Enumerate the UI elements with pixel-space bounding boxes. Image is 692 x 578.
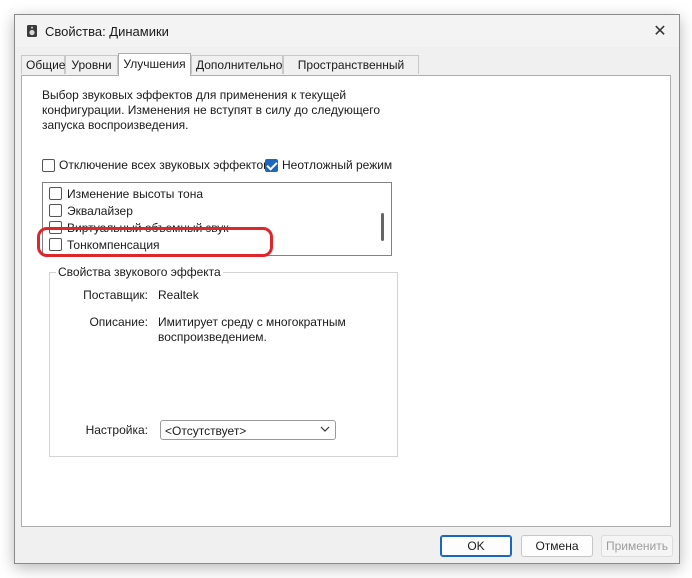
checkbox-box[interactable]	[42, 158, 55, 172]
dialog-window: Свойства: Динамики ✕ Общие Уровни Улучше…	[14, 14, 680, 564]
scrollbar-thumb[interactable]	[381, 213, 384, 241]
disable-all-effects-label: Отключение всех звуковых эффектов	[59, 158, 270, 172]
provider-value: Realtek	[158, 288, 199, 302]
setting-dropdown[interactable]: <Отсутствует>	[160, 420, 336, 440]
ok-button[interactable]: OK	[440, 535, 512, 557]
checkbox-box[interactable]	[49, 187, 62, 200]
tab-bar: Общие Уровни Улучшения Дополнительно Про…	[21, 53, 671, 91]
description-value-line: Имитирует среду с многократным	[158, 315, 346, 329]
setting-dropdown-value: <Отсутствует>	[165, 424, 247, 438]
apply-button[interactable]: Применить	[601, 535, 673, 557]
close-button[interactable]: ✕	[641, 15, 679, 47]
tab-enhancements[interactable]: Улучшения	[118, 53, 191, 76]
cancel-button[interactable]: Отмена	[521, 535, 593, 557]
immediate-mode-checkbox[interactable]: Неотложный режим	[265, 158, 392, 172]
effect-label: Изменение высоты тона	[67, 186, 204, 201]
enhancements-description: Выбор звуковых эффектов для применения к…	[42, 88, 381, 133]
description-line: запуска воспроизведения.	[42, 118, 189, 132]
effect-label: Эквалайзер	[67, 203, 133, 218]
chevron-down-icon	[320, 426, 330, 432]
close-icon: ✕	[653, 23, 667, 40]
tab-spatial-sound[interactable]: Пространственный звук	[283, 55, 419, 91]
description-value-line: воспроизведением.	[158, 330, 267, 344]
tab-levels[interactable]: Уровни	[65, 55, 118, 74]
effect-properties-group: Свойства звукового эффекта Поставщик: Re…	[49, 265, 398, 457]
effect-item-equalizer[interactable]: Эквалайзер	[49, 202, 133, 219]
disable-all-effects-checkbox[interactable]: Отключение всех звуковых эффектов	[42, 158, 270, 172]
group-title: Свойства звукового эффекта	[56, 265, 223, 279]
immediate-mode-label: Неотложный режим	[282, 158, 393, 172]
speaker-app-icon	[27, 25, 37, 37]
window-title: Свойства: Динамики	[45, 24, 169, 39]
enhancements-panel: Выбор звуковых эффектов для применения к…	[21, 75, 671, 527]
highlight-annotation	[37, 227, 273, 257]
checkbox-checked-box[interactable]	[265, 158, 278, 172]
listbox-scrollbar[interactable]	[375, 183, 391, 255]
title-bar: Свойства: Динамики ✕	[15, 15, 679, 47]
effect-item-pitch[interactable]: Изменение высоты тона	[49, 185, 203, 202]
provider-label: Поставщик:	[83, 288, 148, 302]
description-line: Выбор звуковых эффектов для применения к…	[42, 88, 347, 102]
description-label: Описание:	[89, 315, 148, 329]
setting-label: Настройка:	[85, 423, 148, 437]
description-value: Имитирует среду с многократным воспроизв…	[158, 315, 346, 345]
checkbox-box[interactable]	[49, 204, 62, 217]
tab-advanced[interactable]: Дополнительно	[191, 55, 283, 74]
tab-general[interactable]: Общие	[21, 55, 65, 74]
description-line: конфигурации. Изменения не вступят в сил…	[42, 103, 381, 117]
